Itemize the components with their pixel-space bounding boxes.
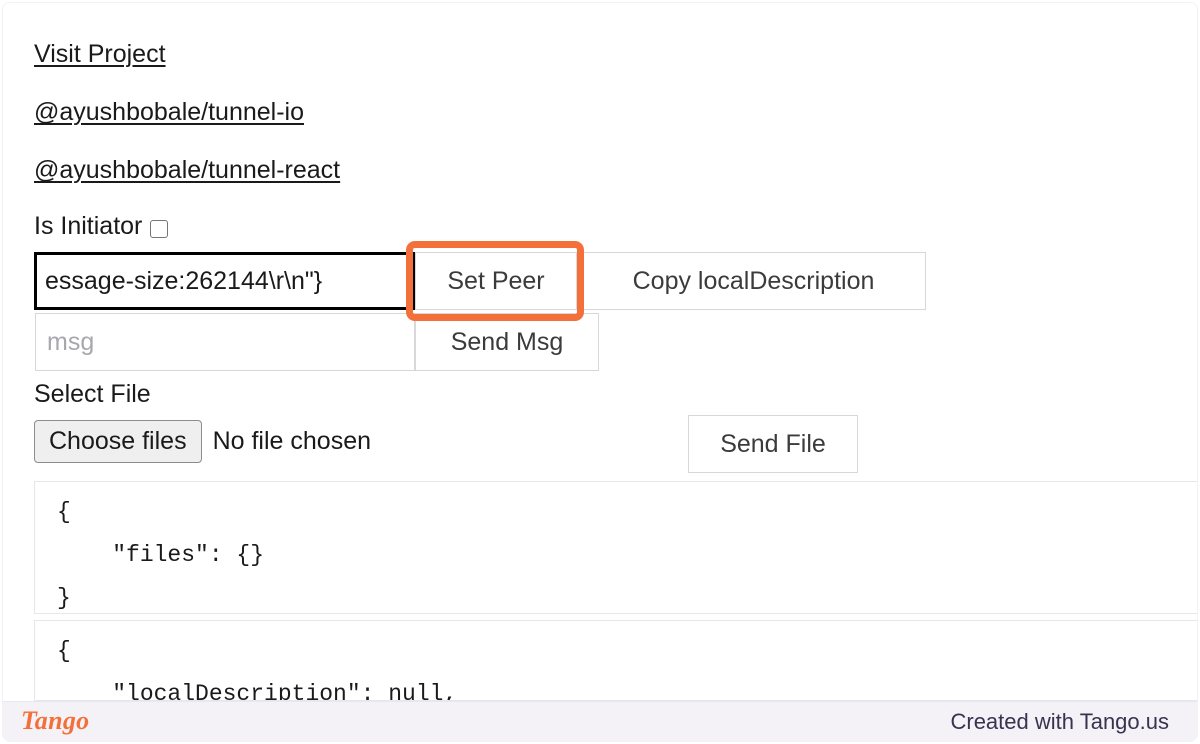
link-visit-project[interactable]: Visit Project <box>34 40 166 69</box>
link-tunnel-react[interactable]: @ayushbobale/tunnel-react <box>34 156 340 185</box>
send-msg-button[interactable]: Send Msg <box>415 313 599 371</box>
link-tunnel-io[interactable]: @ayushbobale/tunnel-io <box>34 98 304 127</box>
select-file-label: Select File <box>34 380 151 408</box>
is-initiator-label: Is Initiator <box>34 212 143 240</box>
file-chosen-status: No file chosen <box>212 427 372 455</box>
local-description-json-block: { "localDescription": null, <box>34 620 1197 701</box>
page-card: Visit Project @ayushbobale/tunnel-io @ay… <box>3 3 1197 741</box>
tango-footer: Tango Created with Tango.us <box>3 701 1197 741</box>
tango-logo: Tango <box>21 705 90 735</box>
message-input-placeholder: msg <box>47 327 95 356</box>
set-peer-button[interactable]: Set Peer <box>415 252 577 310</box>
screenshot-frame: Visit Project @ayushbobale/tunnel-io @ay… <box>0 0 1200 744</box>
peer-description-input[interactable]: essage-size:262144\r\n"} <box>34 252 415 310</box>
peer-description-input-text: essage-size:262144\r\n"} <box>45 266 323 295</box>
file-picker-row: Choose files No file chosen <box>34 420 371 463</box>
choose-files-button[interactable]: Choose files <box>34 420 202 463</box>
files-json-block: { "files": {} } <box>34 481 1197 614</box>
message-input[interactable]: msg <box>35 313 415 371</box>
browser-content: Visit Project @ayushbobale/tunnel-io @ay… <box>3 3 1197 701</box>
send-file-button[interactable]: Send File <box>688 415 858 473</box>
is-initiator-checkbox[interactable] <box>150 219 169 238</box>
footer-credit-text: Created with Tango.us <box>950 708 1169 734</box>
is-initiator-row: Is Initiator <box>34 212 169 241</box>
copy-local-description-button[interactable]: Copy localDescription <box>581 252 926 310</box>
